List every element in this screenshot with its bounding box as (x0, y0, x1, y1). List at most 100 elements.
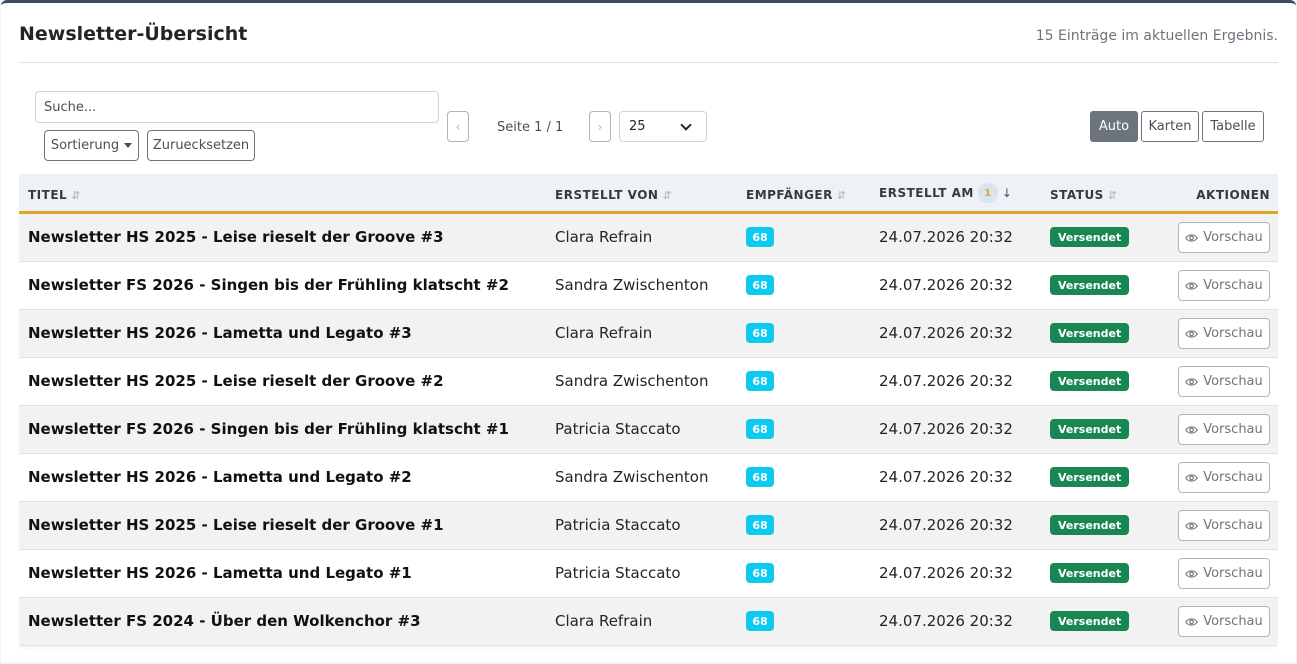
table-row: Newsletter FS 2026 - Singen bis der Früh… (19, 406, 1278, 454)
page-header: Newsletter-Übersicht 15 Einträge im aktu… (19, 3, 1278, 63)
table-row: Newsletter FS 2024 - Über den Wolkenchor… (19, 598, 1278, 646)
column-actions-label: AKTIONEN (1196, 188, 1270, 202)
recipients-badge: 68 (746, 275, 774, 295)
table-row: Newsletter FS 2026 - Singen bis der Früh… (19, 262, 1278, 310)
table-row: Newsletter HS 2025 - Leise rieselt der G… (19, 214, 1278, 262)
preview-button[interactable]: Vorschau (1178, 606, 1270, 637)
page-title: Newsletter-Übersicht (19, 23, 248, 45)
column-status-label: STATUS (1050, 188, 1104, 202)
preview-label: Vorschau (1203, 470, 1263, 485)
sort-arrows-icon: ⇵ (662, 188, 673, 202)
eye-icon (1185, 425, 1199, 434)
table-body: Newsletter HS 2025 - Leise rieselt der G… (19, 214, 1278, 646)
preview-button[interactable]: Vorschau (1178, 462, 1270, 493)
toolbar: Sortierung Zuruecksetzen ‹ Seite 1 / 1 ›… (19, 79, 1278, 174)
status-badge: Versendet (1050, 323, 1130, 343)
view-auto-button[interactable]: Auto (1090, 111, 1138, 142)
column-author-label: ERSTELLT VON (555, 188, 659, 202)
row-author: Clara Refrain (555, 324, 653, 342)
search-input[interactable] (35, 91, 439, 123)
page-size-select[interactable]: 25 (619, 111, 707, 142)
eye-icon (1185, 281, 1199, 290)
table-row: Newsletter HS 2025 - Leise rieselt der G… (19, 502, 1278, 550)
preview-label: Vorschau (1203, 614, 1263, 629)
row-created: 24.07.2026 20:32 (879, 420, 1013, 438)
row-author: Patricia Staccato (555, 420, 681, 438)
preview-label: Vorschau (1203, 518, 1263, 533)
status-badge: Versendet (1050, 419, 1130, 439)
preview-button[interactable]: Vorschau (1178, 270, 1270, 301)
column-created-label: ERSTELLT AM (879, 186, 974, 200)
table-row: Newsletter HS 2026 - Lametta und Legato … (19, 454, 1278, 502)
eye-icon (1185, 521, 1199, 530)
recipients-badge: 68 (746, 323, 774, 343)
sort-dropdown-button[interactable]: Sortierung (44, 130, 139, 161)
sort-arrows-icon: ⇵ (836, 188, 847, 202)
view-cards-button[interactable]: Karten (1141, 111, 1199, 142)
column-recipients-label: EMPFÄNGER (746, 188, 833, 202)
reset-button[interactable]: Zuruecksetzen (147, 130, 255, 161)
column-header-created[interactable]: ERSTELLT AM 1 ↓ (879, 183, 1012, 203)
eye-icon (1185, 473, 1199, 482)
row-created: 24.07.2026 20:32 (879, 516, 1013, 534)
column-title-label: TITEL (28, 188, 68, 202)
result-count: 15 Einträge im aktuellen Ergebnis. (1035, 28, 1278, 44)
arrow-down-icon: ↓ (1001, 186, 1013, 200)
table-row: Newsletter HS 2026 - Lametta und Legato … (19, 310, 1278, 358)
column-header-title[interactable]: TITEL ⇵ (28, 188, 81, 202)
next-page-button[interactable]: › (589, 111, 611, 142)
column-header-actions: AKTIONEN (1196, 188, 1270, 202)
row-author: Patricia Staccato (555, 564, 681, 582)
row-created: 24.07.2026 20:32 (879, 612, 1013, 630)
status-badge: Versendet (1050, 227, 1130, 247)
table-row: Newsletter HS 2026 - Lametta und Legato … (19, 550, 1278, 598)
newsletter-overview-card: Newsletter-Übersicht 15 Einträge im aktu… (1, 0, 1296, 662)
row-author: Sandra Zwischenton (555, 468, 709, 486)
table-row: Newsletter HS 2025 - Leise rieselt der G… (19, 358, 1278, 406)
row-title: Newsletter FS 2026 - Singen bis der Früh… (28, 276, 509, 294)
recipients-badge: 68 (746, 611, 774, 631)
column-header-status[interactable]: STATUS ⇵ (1050, 188, 1118, 202)
row-created: 24.07.2026 20:32 (879, 228, 1013, 246)
preview-button[interactable]: Vorschau (1178, 558, 1270, 589)
prev-page-button[interactable]: ‹ (447, 111, 469, 142)
preview-button[interactable]: Vorschau (1178, 366, 1270, 397)
table-header: TITEL ⇵ ERSTELLT VON ⇵ EMPFÄNGER ⇵ ERSTE… (19, 174, 1278, 214)
preview-label: Vorschau (1203, 422, 1263, 437)
preview-label: Vorschau (1203, 230, 1263, 245)
status-badge: Versendet (1050, 275, 1130, 295)
page-info: Seite 1 / 1 (497, 120, 564, 135)
row-title: Newsletter HS 2026 - Lametta und Legato … (28, 324, 412, 342)
row-title: Newsletter HS 2025 - Leise rieselt der G… (28, 372, 444, 390)
preview-label: Vorschau (1203, 278, 1263, 293)
eye-icon (1185, 377, 1199, 386)
column-header-author[interactable]: ERSTELLT VON ⇵ (555, 188, 672, 202)
status-badge: Versendet (1050, 467, 1130, 487)
status-badge: Versendet (1050, 611, 1130, 631)
view-table-button[interactable]: Tabelle (1202, 111, 1264, 142)
preview-button[interactable]: Vorschau (1178, 414, 1270, 445)
column-header-recipients[interactable]: EMPFÄNGER ⇵ (746, 188, 847, 202)
preview-label: Vorschau (1203, 374, 1263, 389)
row-author: Clara Refrain (555, 612, 653, 630)
preview-button[interactable]: Vorschau (1178, 510, 1270, 541)
row-title: Newsletter HS 2025 - Leise rieselt der G… (28, 228, 444, 246)
row-author: Sandra Zwischenton (555, 372, 709, 390)
preview-button[interactable]: Vorschau (1178, 318, 1270, 349)
row-created: 24.07.2026 20:32 (879, 564, 1013, 582)
row-created: 24.07.2026 20:32 (879, 276, 1013, 294)
row-author: Sandra Zwischenton (555, 276, 709, 294)
row-title: Newsletter HS 2026 - Lametta und Legato … (28, 468, 412, 486)
status-badge: Versendet (1050, 371, 1130, 391)
eye-icon (1185, 569, 1199, 578)
row-title: Newsletter HS 2026 - Lametta und Legato … (28, 564, 412, 582)
row-title: Newsletter HS 2025 - Leise rieselt der G… (28, 516, 444, 534)
row-author: Clara Refrain (555, 228, 653, 246)
sort-label: Sortierung (50, 138, 120, 153)
preview-button[interactable]: Vorschau (1178, 222, 1270, 253)
preview-label: Vorschau (1203, 566, 1263, 581)
recipients-badge: 68 (746, 371, 774, 391)
sort-arrows-icon: ⇵ (1107, 188, 1118, 202)
chevron-down-icon (680, 119, 692, 131)
row-created: 24.07.2026 20:32 (879, 324, 1013, 342)
